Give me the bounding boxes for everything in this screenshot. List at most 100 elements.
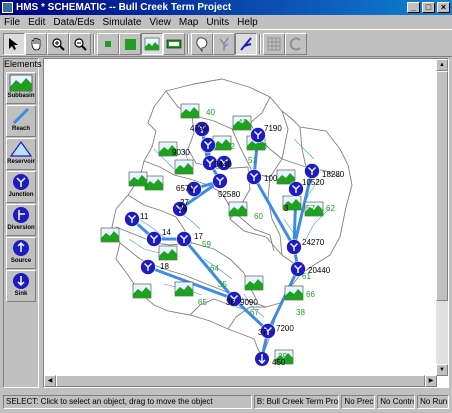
- zoom-in-button[interactable]: [47, 33, 69, 55]
- subbasin-icon[interactable]: [132, 283, 152, 299]
- menu-help[interactable]: Help: [237, 17, 258, 28]
- stream-network-button[interactable]: [213, 33, 235, 55]
- element-label: 38: [296, 308, 305, 317]
- menu-bar: File Edit Data/Eds Simulate View Map Uni…: [0, 15, 452, 29]
- subbasin-icon[interactable]: [174, 281, 194, 297]
- reach-network-icon: [240, 37, 252, 51]
- palette-diversion[interactable]: Diversion: [6, 204, 36, 236]
- junction-icon[interactable]: [140, 259, 156, 275]
- icon-view-button[interactable]: [141, 33, 163, 55]
- small-square-icon: [105, 41, 111, 47]
- subbasin-icon[interactable]: [276, 169, 296, 185]
- select-arrow-button[interactable]: [3, 33, 25, 55]
- hand-icon: [31, 38, 41, 51]
- element-label: 20440: [308, 266, 331, 275]
- palette-source-label: Source: [10, 258, 32, 264]
- schematic-canvas[interactable]: 40 4790 41 7190 9030 42 46 3440 51 100 6570 52580 18…: [44, 59, 437, 376]
- palette-source[interactable]: Source: [6, 237, 36, 269]
- element-label: 65: [198, 298, 207, 307]
- toolbar: [0, 29, 452, 57]
- element-label: 42: [226, 142, 235, 151]
- palette-diversion-label: Diversion: [7, 225, 35, 231]
- element-label: 9030: [172, 148, 190, 157]
- sink-icon[interactable]: [255, 352, 269, 366]
- element-label: 62: [326, 204, 335, 213]
- subbasin-icon[interactable]: [180, 103, 200, 119]
- element-label: 59: [202, 240, 211, 249]
- subbasin-icon[interactable]: [244, 275, 264, 291]
- pan-button[interactable]: [25, 33, 47, 55]
- menu-file[interactable]: File: [4, 17, 20, 28]
- subbasin-icon[interactable]: [284, 285, 304, 301]
- junction-icon: [13, 174, 29, 190]
- menu-map[interactable]: Map: [179, 17, 198, 28]
- scroll-right-arrow-icon[interactable]: ▶: [425, 375, 437, 387]
- subbasin-icon[interactable]: [128, 171, 148, 187]
- palette-junction[interactable]: Junction: [6, 171, 36, 203]
- menu-view[interactable]: View: [149, 17, 171, 28]
- element-label: 7200: [276, 324, 294, 333]
- element-label: 18280: [322, 170, 345, 179]
- element-label: 29: [178, 204, 187, 213]
- junction-icon[interactable]: [200, 137, 216, 153]
- toolbar-separator: [259, 34, 261, 54]
- scroll-down-arrow-icon[interactable]: ▼: [436, 364, 448, 376]
- element-label: 4790: [190, 124, 208, 133]
- palette-subbasin[interactable]: Subbasin: [6, 72, 36, 104]
- small-squares-button[interactable]: [97, 33, 119, 55]
- junction-icon[interactable]: [304, 163, 320, 179]
- reach-network-button[interactable]: [235, 33, 257, 55]
- menu-edit[interactable]: Edit: [28, 17, 45, 28]
- refresh-button[interactable]: [285, 33, 307, 55]
- grid-button[interactable]: [263, 33, 285, 55]
- close-button[interactable]: ×: [437, 2, 450, 13]
- source-icon: [13, 240, 29, 256]
- large-square-icon: [125, 39, 136, 50]
- horizontal-scrollbar[interactable]: ◀ ▶: [44, 375, 437, 387]
- palette-reach[interactable]: Reach: [6, 105, 36, 137]
- scroll-up-arrow-icon[interactable]: ▲: [436, 59, 448, 71]
- palette-reservoir[interactable]: Reservoir: [6, 138, 36, 170]
- subbasin-icon[interactable]: [144, 175, 164, 191]
- status-run: No Run: [417, 395, 449, 409]
- status-precip: No Precip: [341, 395, 376, 409]
- vertical-scroll-thumb[interactable]: [436, 71, 448, 301]
- element-label: 6570: [176, 184, 194, 193]
- minimize-button[interactable]: _: [407, 2, 420, 13]
- title-bar: HMS * SCHEMATIC -- Bull Creek Term Proje…: [0, 0, 452, 15]
- arrow-pointer-icon: [9, 38, 18, 50]
- large-squares-button[interactable]: [119, 33, 141, 55]
- element-label: 41: [238, 118, 247, 127]
- subbasin-icon[interactable]: [158, 245, 178, 261]
- junction-icon[interactable]: [146, 231, 162, 247]
- name-view-button[interactable]: [163, 33, 185, 55]
- element-label: 57: [306, 204, 315, 213]
- subbasin-icon[interactable]: [228, 201, 248, 217]
- palette-subbasin-label: Subbasin: [7, 93, 35, 99]
- subbasin-icon[interactable]: [174, 159, 194, 175]
- junction-icon[interactable]: [246, 169, 262, 185]
- maximize-button[interactable]: □: [422, 2, 435, 13]
- zoom-out-icon: [74, 38, 87, 51]
- subbasin-icon[interactable]: [100, 227, 120, 243]
- menu-data-eds[interactable]: Data/Eds: [53, 17, 94, 28]
- menu-units[interactable]: Units: [206, 17, 229, 28]
- basin-map[interactable]: 40 4790 41 7190 9030 42 46 3440 51 100 6570 52580 18…: [44, 59, 437, 376]
- horizontal-scroll-thumb[interactable]: [56, 375, 425, 387]
- landscape-icon: [144, 37, 160, 51]
- vertical-scrollbar[interactable]: ▲ ▼: [436, 59, 448, 376]
- junction-icon[interactable]: [176, 231, 192, 247]
- menu-simulate[interactable]: Simulate: [103, 17, 142, 28]
- element-label: 60: [254, 212, 263, 221]
- element-label: 3440: [214, 160, 232, 169]
- scroll-left-arrow-icon[interactable]: ◀: [44, 375, 56, 387]
- name-tag-icon: [166, 39, 182, 49]
- subbasin-icon: [9, 74, 33, 92]
- junction-icon[interactable]: [286, 239, 302, 255]
- zoom-out-button[interactable]: [69, 33, 91, 55]
- element-label: 3: [284, 204, 289, 213]
- junction-icon[interactable]: [124, 211, 140, 227]
- basin-outline-button[interactable]: [191, 33, 213, 55]
- junction-icon[interactable]: [212, 173, 228, 189]
- palette-sink[interactable]: Sink: [6, 270, 36, 302]
